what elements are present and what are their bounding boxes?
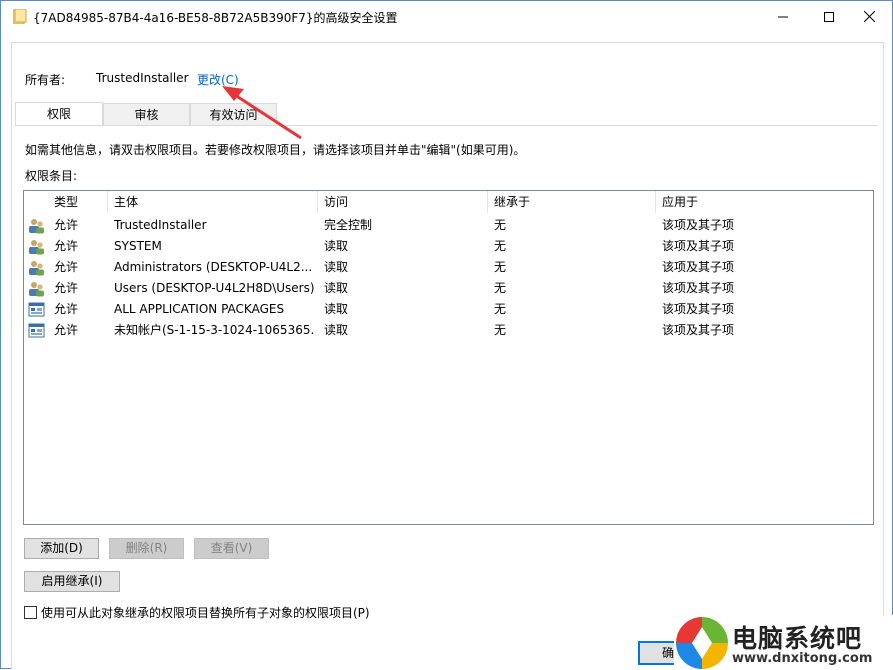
entry-type: 允许 <box>54 302 79 316</box>
list-header: 类型 主体 访问 继承于 应用于 <box>24 191 873 213</box>
entry-inherited-from: 无 <box>494 281 507 295</box>
enable-inheritance-button[interactable]: 启用继承(I) <box>24 571 120 592</box>
entry-access: 读取 <box>324 281 349 295</box>
permission-entry-row[interactable]: 允许 Administrators (DESKTOP-U4L2... 读取 无 该项及其… <box>24 257 873 278</box>
entry-principal: ALL APPLICATION PACKAGES <box>114 302 285 316</box>
entry-principal: TrustedInstaller <box>114 218 207 232</box>
entry-inherited-from: 无 <box>494 218 507 232</box>
column-header-inherited-from[interactable]: 继承于 <box>486 191 656 213</box>
entry-principal: 未知帐户(S-1-15-3-1024-1065365... <box>114 323 314 337</box>
app-package-icon <box>28 302 45 317</box>
entry-type: 允许 <box>54 260 79 274</box>
app-package-icon <box>28 323 45 338</box>
info-text: 如需其他信息，请双击权限项目。若要修改权限项目，请选择该项目并单击"编辑"(如果… <box>25 143 526 157</box>
permission-entry-row[interactable]: 允许 未知帐户(S-1-15-3-1024-1065365... 读取 无 该项及其子项 <box>24 320 873 341</box>
entry-access: 读取 <box>324 323 349 337</box>
minimize-icon <box>778 16 788 17</box>
close-button[interactable] <box>846 1 892 32</box>
entry-inherited-from: 无 <box>494 302 507 316</box>
entry-access: 完全控制 <box>324 218 373 232</box>
entry-type: 允许 <box>54 323 79 337</box>
permission-entry-row[interactable]: 允许 SYSTEM 读取 无 该项及其子项 <box>24 236 873 257</box>
change-owner-link[interactable]: 更改(C) <box>197 71 239 88</box>
entry-access: 读取 <box>324 302 349 316</box>
group-users-icon <box>29 219 44 234</box>
owner-value: TrustedInstaller <box>96 71 189 85</box>
entry-applies-to: 该项及其子项 <box>662 260 735 274</box>
entry-access: 读取 <box>324 239 349 253</box>
owner-label: 所有者: <box>25 73 66 87</box>
permission-entries-label: 权限条目: <box>25 169 78 183</box>
column-header-access[interactable]: 访问 <box>316 191 488 213</box>
column-header-applies-to[interactable]: 应用于 <box>654 191 873 213</box>
watermark-logo: 电脑系统吧 www.dnxitong.com <box>674 615 893 670</box>
tab-effective-access[interactable]: 有效访问 <box>190 103 277 125</box>
tab-permissions[interactable]: 权限 <box>15 102 103 126</box>
entry-applies-to: 该项及其子项 <box>662 323 735 337</box>
permission-entry-row[interactable]: 允许 Users (DESKTOP-U4L2H8D\Users) 读取 无 该项及其子项 <box>24 278 873 299</box>
entry-applies-to: 该项及其子项 <box>662 239 735 253</box>
entry-type: 允许 <box>54 239 79 253</box>
group-users-icon <box>29 282 44 297</box>
permission-entries-list[interactable]: 类型 主体 访问 继承于 应用于 允许 TrustedInstaller 完全控制无… <box>23 190 874 525</box>
entry-applies-to: 该项及其子项 <box>662 218 735 232</box>
watermark-text: 电脑系统吧 <box>732 624 863 653</box>
minimize-button[interactable] <box>760 1 806 32</box>
folder-icon <box>13 9 27 24</box>
permission-entry-row[interactable]: 允许 TrustedInstaller 完全控制 无 该项及其子项 <box>24 215 873 236</box>
column-header-principal[interactable]: 主体 <box>106 191 318 213</box>
view-button[interactable]: 查看(V) <box>194 538 269 559</box>
replace-child-permissions-label: 使用可从此对象继承的权限项目替换所有子对象的权限项目(P) <box>41 606 370 620</box>
close-icon <box>863 11 875 22</box>
maximize-icon <box>824 11 834 22</box>
tab-auditing[interactable]: 审核 <box>103 103 190 125</box>
remove-button[interactable]: 删除(R) <box>109 538 184 559</box>
entry-inherited-from: 无 <box>494 239 507 253</box>
title-bar[interactable]: {7AD84985-87B4-4a16-BE58-8B72A5B390F7}的高… <box>1 1 892 32</box>
window-title: {7AD84985-87B4-4a16-BE58-8B72A5B390F7}的高… <box>33 11 398 25</box>
permission-entry-row[interactable]: 允许 ALL APPLICATION PACKAGES 读取 无 该项及其子项 <box>24 299 873 320</box>
security-settings-window: {7AD84985-87B4-4a16-BE58-8B72A5B390F7}的高… <box>0 0 893 670</box>
entry-applies-to: 该项及其子项 <box>662 302 735 316</box>
entry-type: 允许 <box>54 281 79 295</box>
entry-type: 允许 <box>54 218 79 232</box>
add-button[interactable]: 添加(D) <box>24 538 99 559</box>
entry-inherited-from: 无 <box>494 323 507 337</box>
logo-circle-icon <box>676 617 728 669</box>
tab-panel-border <box>15 125 878 126</box>
entry-principal: Administrators (DESKTOP-U4L2... <box>114 260 313 274</box>
entry-inherited-from: 无 <box>494 260 507 274</box>
entry-applies-to: 该项及其子项 <box>662 281 735 295</box>
replace-child-permissions-checkbox[interactable] <box>24 606 37 619</box>
watermark-url: www.dnxitong.com <box>732 651 873 666</box>
column-header-type[interactable]: 类型 <box>46 191 108 213</box>
entry-access: 读取 <box>324 260 349 274</box>
group-users-icon <box>29 240 44 255</box>
entry-principal: Users (DESKTOP-U4L2H8D\Users) <box>114 281 314 295</box>
group-users-icon <box>29 261 44 276</box>
entry-principal: SYSTEM <box>114 239 162 253</box>
